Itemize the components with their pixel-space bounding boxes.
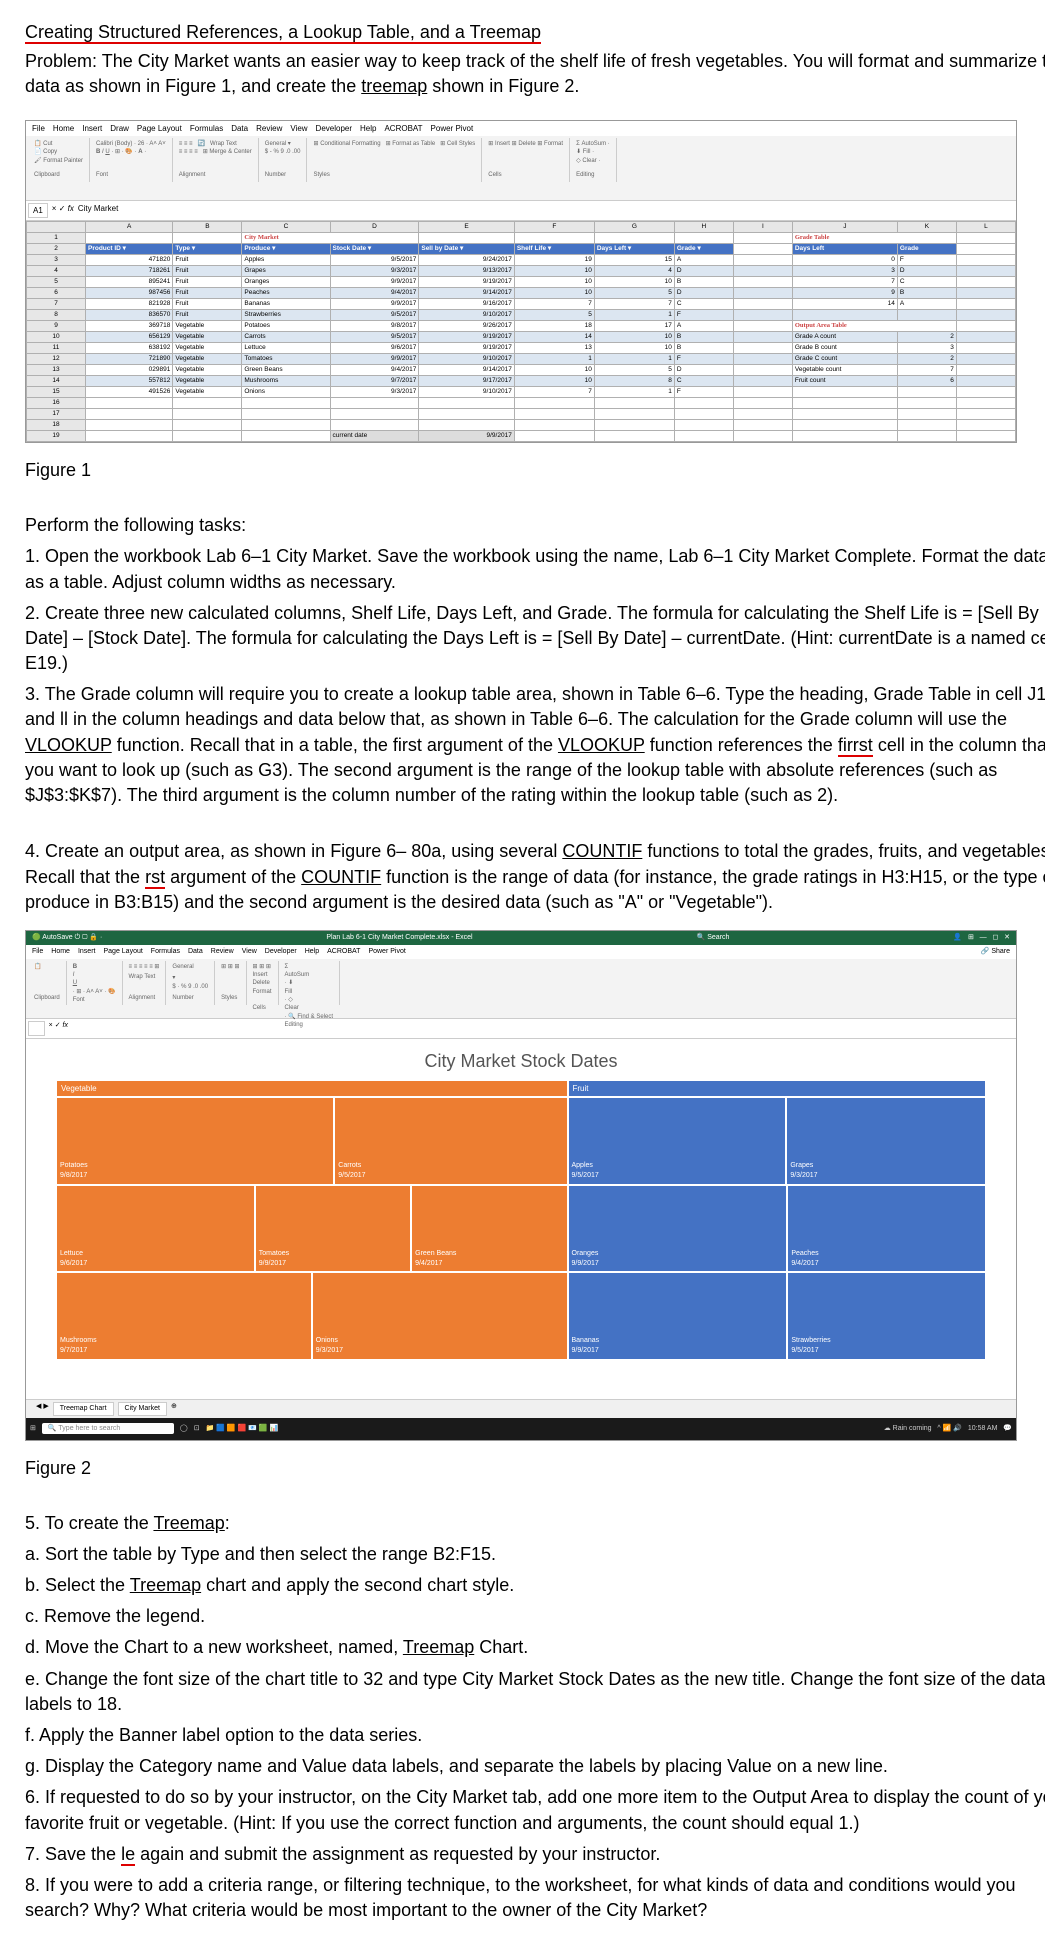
treemap-cell: Potatoes9/8/2017 <box>56 1097 334 1185</box>
task-5f: f. Apply the Banner label option to the … <box>25 1723 1045 1748</box>
task-3: 3. The Grade column will require you to … <box>25 682 1045 808</box>
task-5e: e. Change the font size of the chart tit… <box>25 1667 1045 1717</box>
task-5b: b. Select the Treemap chart and apply th… <box>25 1573 1045 1598</box>
cells-group: ⊞ Insert ⊞ Delete ⊞ Format Cells <box>482 138 570 182</box>
tab-file[interactable]: File <box>32 123 45 134</box>
tab-view-2[interactable]: View <box>242 947 257 957</box>
treemap-cell: Peaches9/4/2017 <box>787 1185 986 1273</box>
treemap-cell: Carrots9/5/2017 <box>334 1097 567 1185</box>
font-group: Calibri (Body) · 26 · A˄ A˅B I U · ⊞ · 🎨… <box>90 138 173 182</box>
tab-insert-2[interactable]: Insert <box>78 947 96 957</box>
sheet-tab-citymarket[interactable]: City Market <box>118 1402 167 1416</box>
ribbon-2: 📋Clipboard B I U · ⊞ · A˄ A˅ · 🎨Font ≡ ≡… <box>26 959 1016 1019</box>
name-box[interactable]: A1 <box>28 203 48 218</box>
tab-view[interactable]: View <box>290 123 307 134</box>
treemap-cell: Tomatoes9/9/2017 <box>255 1185 411 1273</box>
tab-home-2[interactable]: Home <box>51 947 70 957</box>
tab-insert[interactable]: Insert <box>82 123 102 134</box>
number-format-select[interactable]: General <box>265 141 286 147</box>
tab-pagelayout-2[interactable]: Page Layout <box>103 947 142 957</box>
ribbon-tabs: File Home Insert Draw Page Layout Formul… <box>26 121 1016 136</box>
task-1: 1. Open the workbook Lab 6–1 City Market… <box>25 544 1045 594</box>
formula-bar: A1 × ✓ fx City Market <box>26 201 1016 221</box>
start-button[interactable]: ⊞ <box>30 1424 36 1434</box>
treemap-cell: Apples9/5/2017 <box>568 1097 787 1185</box>
task-6: 6. If requested to do so by your instruc… <box>25 1785 1045 1835</box>
tab-developer-2[interactable]: Developer <box>265 947 297 957</box>
sheet-tab-treemap[interactable]: Treemap Chart <box>53 1402 114 1416</box>
task-view-icon[interactable]: ◯ <box>180 1424 188 1434</box>
tab-powerpivot-2[interactable]: Power Pivot <box>368 947 405 957</box>
category-fruit: Fruit <box>568 1080 987 1097</box>
tab-acrobat[interactable]: ACROBAT <box>384 123 422 134</box>
tab-pagelayout[interactable]: Page Layout <box>137 123 182 134</box>
tab-data-2[interactable]: Data <box>188 947 203 957</box>
task-8: 8. If you were to add a criteria range, … <box>25 1873 1045 1923</box>
add-sheet-button[interactable]: ⊕ <box>171 1402 177 1416</box>
worksheet[interactable]: ABCDEFGHIJKL1City MarketGrade Table2Prod… <box>26 221 1016 442</box>
tab-draw[interactable]: Draw <box>110 123 129 134</box>
clipboard-group: 📋 Cut📄 Copy🖌 Format Painter Clipboard <box>28 138 90 182</box>
document-title: Creating Structured References, a Lookup… <box>25 20 1045 45</box>
task-7: 7. Save the le again and submit the assi… <box>25 1842 1045 1867</box>
task-5-header: 5. To create the treemap: <box>25 1511 1045 1536</box>
formula-bar-2: × ✓ fx <box>26 1019 1016 1039</box>
tab-help[interactable]: Help <box>360 123 376 134</box>
tab-formulas-2[interactable]: Formulas <box>151 947 180 957</box>
tab-formulas[interactable]: Formulas <box>190 123 223 134</box>
tab-home[interactable]: Home <box>53 123 74 134</box>
treemap-cell: Bananas9/9/2017 <box>568 1272 788 1360</box>
windows-taskbar: ⊞ 🔍 Type here to search ◯ ⊡ 📁 🟦 🟧 🟥 📧 🟩 … <box>26 1418 1016 1440</box>
task-5c: c. Remove the legend. <box>25 1604 1045 1629</box>
treemap-chart[interactable]: City Market Stock Dates Vegetable Potato… <box>26 1039 1016 1399</box>
font-size-select[interactable]: 26 <box>138 141 145 147</box>
tab-help-2[interactable]: Help <box>305 947 319 957</box>
ribbon: 📋 Cut📄 Copy🖌 Format Painter Clipboard Ca… <box>26 136 1016 201</box>
alignment-group: ≡ ≡ ≡ 🔄 Wrap Text≡ ≡ ≡ ≡ ⊞ Merge & Cente… <box>173 138 259 182</box>
task-5d: d. Move the Chart to a new worksheet, na… <box>25 1635 1045 1660</box>
treemap-cell: Mushrooms9/7/2017 <box>56 1272 312 1360</box>
number-group: General ▾$ - % 9 .0 .00 Number <box>259 138 308 182</box>
treemap-cell: Grapes9/3/2017 <box>786 1097 986 1185</box>
task-5g: g. Display the Category name and Value d… <box>25 1754 1045 1779</box>
tab-developer[interactable]: Developer <box>316 123 352 134</box>
task-5a: a. Sort the table by Type and then selec… <box>25 1542 1045 1567</box>
font-name-select[interactable]: Calibri (Body) <box>96 141 132 147</box>
chart-title: City Market Stock Dates <box>56 1049 986 1074</box>
treemap-link: treemap <box>361 76 427 96</box>
treemap-cell: Onions9/3/2017 <box>312 1272 568 1360</box>
treemap-cell: Lettuce9/6/2017 <box>56 1185 255 1273</box>
tab-powerpivot[interactable]: Power Pivot <box>431 123 474 134</box>
ribbon-tabs-2: File Home Insert Page Layout Formulas Da… <box>26 945 1016 959</box>
tasks-header: Perform the following tasks: <box>25 513 1045 538</box>
treemap-cell: Oranges9/9/2017 <box>568 1185 788 1273</box>
tab-review-2[interactable]: Review <box>211 947 234 957</box>
category-vegetable: Vegetable <box>56 1080 568 1097</box>
formula-input[interactable]: City Market <box>78 203 118 218</box>
tab-file-2[interactable]: File <box>32 947 43 957</box>
treemap-cell: Strawberries9/5/2017 <box>787 1272 986 1360</box>
treemap-cell: Green Beans9/4/2017 <box>411 1185 567 1273</box>
problem-statement: Problem: The City Market wants an easier… <box>25 49 1045 99</box>
styles-group: ⊞ Conditional Formatting ⊞ Format as Tab… <box>307 138 482 182</box>
figure-2-label: Figure 2 <box>25 1456 1045 1481</box>
figure-2: 🟢 AutoSave ⏻ ▢ 🔒 · Plan Lab 6-1 City Mar… <box>25 930 1045 1441</box>
taskbar-search[interactable]: 🔍 Type here to search <box>42 1423 174 1435</box>
figure-1-label: Figure 1 <box>25 458 1045 483</box>
tab-data[interactable]: Data <box>231 123 248 134</box>
cortana-icon[interactable]: ⊡ <box>194 1424 200 1434</box>
tab-review[interactable]: Review <box>256 123 282 134</box>
tab-acrobat-2[interactable]: ACROBAT <box>327 947 360 957</box>
window-titlebar: 🟢 AutoSave ⏻ ▢ 🔒 · Plan Lab 6-1 City Mar… <box>26 931 1016 945</box>
share-button[interactable]: 🔗 Share <box>981 947 1010 957</box>
task-2: 2. Create three new calculated columns, … <box>25 601 1045 677</box>
sheet-tabs: ◀ ▶ Treemap Chart City Market ⊕ <box>26 1399 1016 1418</box>
editing-group: Σ AutoSum ·⬇ Fill ·◇ Clear · Editing <box>570 138 617 182</box>
figure-1: File Home Insert Draw Page Layout Formul… <box>25 120 1045 443</box>
task-4: 4. Create an output area, as shown in Fi… <box>25 839 1045 915</box>
